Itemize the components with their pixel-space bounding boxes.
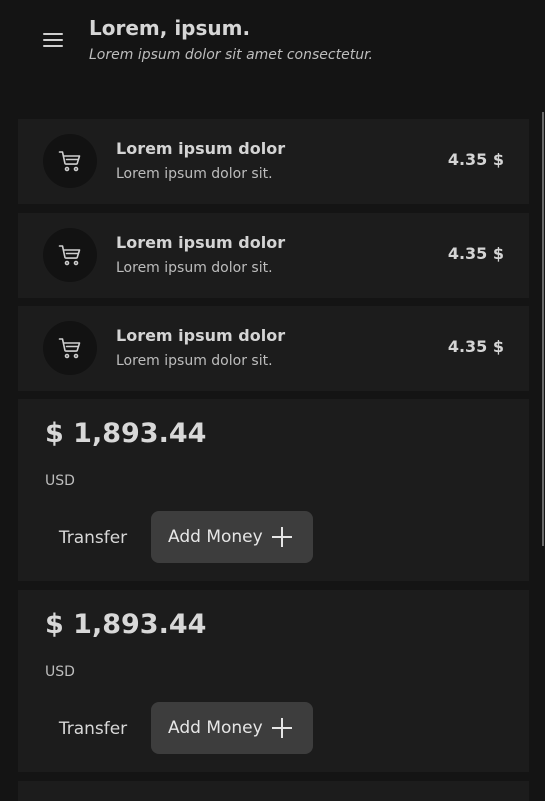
cart-icon [58,338,81,359]
transaction-amount: 4.35 $ [447,337,504,356]
transaction-name: Lorem ipsum dolor [116,233,286,252]
add-money-label: Add Money [168,527,263,547]
page-subtitle: Lorem ipsum dolor sit amet consectetur. [89,47,373,63]
add-money-button[interactable]: Add Money [151,702,313,754]
cart-icon-circle [43,321,97,375]
balance-card: $ 1,893.44 USD Transfer Add Money [18,590,529,772]
app-root: Lorem, ipsum. Lorem ipsum dolor sit amet… [0,0,545,801]
plus-icon [272,718,292,738]
transaction-amount: 4.35 $ [447,150,504,169]
transaction-item[interactable]: Lorem ipsum dolor Lorem ipsum dolor sit.… [18,119,529,204]
plus-icon [272,527,292,547]
app-header: Lorem, ipsum. Lorem ipsum dolor sit amet… [0,0,545,90]
balance-card: $ 1,893.44 USD Transfer Add Money [18,399,529,581]
transaction-description: Lorem ipsum dolor sit. [116,166,273,182]
cart-icon-circle [43,134,97,188]
transaction-amount: 4.35 $ [447,244,504,263]
transaction-description: Lorem ipsum dolor sit. [116,353,273,369]
add-money-label: Add Money [168,718,263,738]
transfer-button[interactable]: Transfer [46,703,140,755]
hamburger-menu-icon[interactable] [41,28,65,52]
cart-icon [58,245,81,266]
cart-icon [58,151,81,172]
page-title: Lorem, ipsum. [89,16,251,40]
transaction-item[interactable]: Lorem ipsum dolor Lorem ipsum dolor sit.… [18,213,529,298]
transaction-name: Lorem ipsum dolor [116,139,286,158]
scrollbar-thumb[interactable] [542,112,544,546]
cart-icon-circle [43,228,97,282]
transaction-name: Lorem ipsum dolor [116,326,286,345]
balance-currency: USD [45,473,75,489]
add-money-button[interactable]: Add Money [151,511,313,563]
transaction-description: Lorem ipsum dolor sit. [116,260,273,276]
transfer-button[interactable]: Transfer [46,512,140,564]
transaction-item[interactable]: Lorem ipsum dolor Lorem ipsum dolor sit.… [18,306,529,391]
balance-card-partial [18,781,529,801]
balance-amount: $ 1,893.44 [45,418,207,449]
balance-amount: $ 1,893.44 [45,609,207,640]
balance-currency: USD [45,664,75,680]
